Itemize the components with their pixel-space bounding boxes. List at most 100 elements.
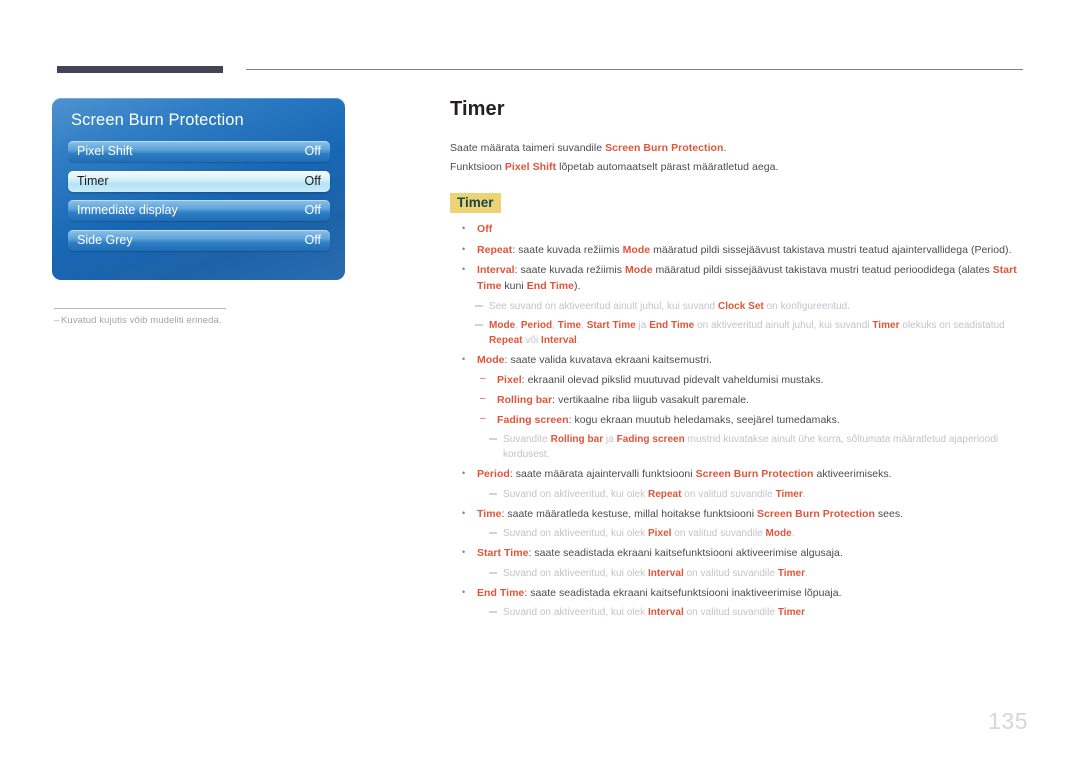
osd-row-value: Off (304, 203, 321, 217)
option-text: : saate seadistada ekraani kaitsefunktsi… (528, 547, 843, 559)
intro-line-1: Saate määrata taimeri suvandile Screen B… (450, 139, 1030, 158)
osd-menu-list: Pixel Shift Off Timer Off Immediate disp… (68, 141, 330, 259)
option-key: Fading screen (497, 414, 569, 426)
note-emphasis: Timer (775, 488, 803, 500)
option-key: Mode (477, 353, 505, 366)
document-page: Screen Burn Protection Pixel Shift Off T… (0, 0, 1080, 763)
note-text: on valitud suvandile (683, 607, 778, 618)
note-text: See suvand on aktiveeritud ainult juhul,… (489, 300, 718, 312)
note-dash-icon: – (54, 315, 60, 326)
note-text: Suvandite (503, 434, 551, 445)
option-text: määratud pildi sissejäävust takistava mu… (650, 243, 1012, 256)
list-item-period: Period: saate määrata ajaintervalli funk… (450, 465, 1030, 482)
note-emphasis: Repeat (647, 488, 682, 500)
option-key: Off (477, 223, 493, 235)
osd-row-label: Pixel Shift (77, 144, 133, 158)
osd-row-value: Off (304, 144, 321, 158)
osd-panel-title: Screen Burn Protection (71, 111, 244, 129)
left-note: – Kuvatud kujutis võib mudeliti erineda. (54, 315, 354, 326)
osd-row-label: Immediate display (77, 203, 178, 217)
option-text: : saate valida kuvatava ekraani kaitsemu… (504, 353, 712, 366)
note-emphasis: Clock Set (717, 300, 764, 312)
list-item-end-time: End Time: saate seadistada ekraani kaits… (450, 584, 1030, 601)
option-emphasis: Screen Burn Protection (757, 507, 875, 520)
osd-row-label: Timer (77, 173, 109, 188)
note-text: . (805, 567, 808, 579)
note-emphasis: Repeat (489, 334, 523, 346)
option-emphasis: Mode (625, 264, 653, 276)
osd-menu-panel: Screen Burn Protection Pixel Shift Off T… (52, 98, 345, 280)
option-text: määratud pildi sissejäävust takistava mu… (652, 264, 993, 276)
option-text: : saate määrata ajaintervalli funktsioon… (509, 468, 696, 480)
page-number: 135 (988, 708, 1028, 734)
option-key: Repeat (477, 243, 513, 256)
intro-emphasis: Pixel Shift (504, 161, 557, 173)
note-emphasis: Mode (489, 319, 516, 331)
option-text: kuni (501, 280, 527, 292)
note-emphasis: Timer (872, 319, 900, 331)
list-item-rolling-bar: Rolling bar: vertikaalne riba liigub vas… (450, 391, 1030, 408)
note-time-pixel: Suvand on aktiveeritud, kui olek Pixel o… (450, 526, 1030, 541)
note-text: on valitud suvandile (683, 567, 778, 579)
note-emphasis: Fading screen (616, 434, 685, 445)
option-key: Pixel (497, 374, 522, 386)
option-text: : saate kuvada režiimis (512, 243, 623, 256)
list-item-repeat: Repeat: saate kuvada režiimis Mode määra… (450, 241, 1030, 258)
list-item-mode: Mode: saate valida kuvatava ekraani kait… (450, 351, 1030, 368)
note-period-repeat: Suvand on aktiveeritud, kui olek Repeat … (450, 487, 1030, 502)
main-content: Timer Saate määrata taimeri suvandile Sc… (450, 98, 1030, 624)
intro-text: Funktsioon (450, 161, 505, 173)
note-emphasis: Interval (647, 607, 684, 618)
osd-row-pixel-shift[interactable]: Pixel Shift Off (68, 141, 330, 162)
option-key: End Time (477, 586, 525, 599)
note-patterns-once: Suvandite Rolling bar ja Fading screen m… (450, 432, 1030, 462)
section-heading-timer: Timer (450, 193, 501, 213)
intro-emphasis: Screen Burn Protection (605, 142, 724, 154)
option-emphasis: End Time (526, 280, 575, 292)
note-start-interval: Suvand on aktiveeritud, kui olek Interva… (450, 566, 1030, 581)
note-text: on aktiveeritud ainult juhul, kui suvand… (694, 319, 873, 331)
osd-row-immediate-display[interactable]: Immediate display Off (68, 200, 330, 221)
note-text: . (576, 334, 580, 346)
note-text: . (805, 607, 808, 618)
option-text: ). (574, 280, 581, 292)
list-item-off: Off (450, 220, 1030, 237)
osd-row-label: Side Grey (77, 232, 133, 247)
option-key: Start Time (477, 547, 529, 559)
note-text: on valitud suvandile (671, 528, 766, 539)
note-emphasis: Interval (647, 567, 684, 579)
option-text: sees. (874, 507, 904, 520)
option-text: : saate määratleda kestuse, millal hoita… (501, 507, 757, 520)
note-emphasis: End Time (649, 319, 695, 331)
note-emphasis: Mode (765, 528, 792, 539)
option-text: : vertikaalne riba liigub vasakult parem… (552, 394, 750, 406)
intro-text: Saate määrata taimeri suvandile (450, 142, 606, 154)
option-emphasis: Screen Burn Protection (695, 468, 814, 480)
list-item-pixel: Pixel: ekraanil olevad pikslid muutuvad … (450, 371, 1030, 388)
note-text: . (791, 528, 795, 539)
note-emphasis: Start Time (586, 319, 636, 331)
header-rule (246, 69, 1023, 70)
list-item-time: Time: saate määratleda kestuse, millal h… (450, 505, 1030, 522)
note-text: on konfigureeritud. (763, 300, 850, 312)
osd-row-value: Off (304, 232, 321, 247)
note-text: Suvand on aktiveeritud, kui olek (503, 528, 648, 539)
note-emphasis: Pixel (647, 528, 672, 539)
option-key: Time (477, 507, 502, 520)
intro-text: . (723, 142, 727, 154)
left-note-rule (54, 308, 226, 309)
intro-text: lõpetab automaatselt pärast määratletud … (556, 161, 779, 173)
option-key: Interval (477, 264, 515, 276)
osd-row-side-grey[interactable]: Side Grey Off (68, 229, 330, 251)
note-text: olekuks on seadistatud (899, 319, 1005, 331)
option-text: : ekraanil olevad pikslid muutuvad pidev… (521, 374, 824, 386)
osd-row-timer[interactable]: Timer Off (68, 170, 330, 192)
note-text: Suvand on aktiveeritud, kui olek (503, 607, 648, 618)
note-emphasis: Interval (541, 334, 577, 346)
list-item-fading-screen: Fading screen: kogu ekraan muutub heleda… (450, 411, 1030, 428)
note-text: ja (635, 319, 650, 331)
note-emphasis: Rolling bar (550, 434, 604, 445)
intro-line-2: Funktsioon Pixel Shift lõpetab automaats… (450, 158, 1030, 177)
option-text: aktiveerimiseks. (813, 468, 892, 480)
note-emphasis: Timer (777, 567, 806, 579)
